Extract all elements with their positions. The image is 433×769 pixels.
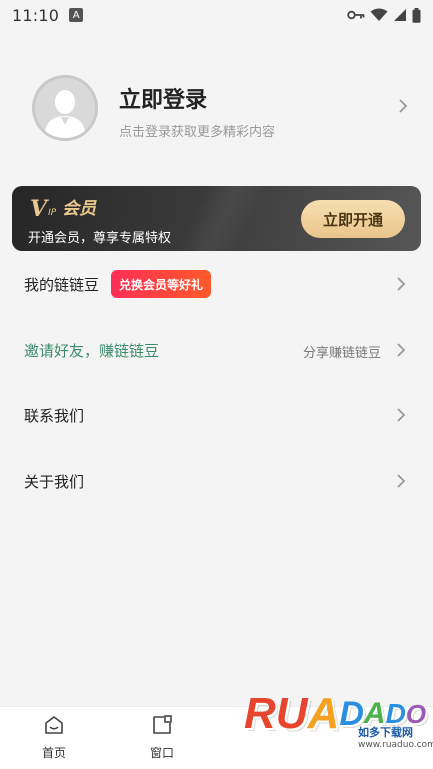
notification-icon: A: [69, 8, 84, 22]
wifi-icon: [370, 8, 388, 21]
menu-item-about-us[interactable]: 关于我们: [0, 461, 433, 501]
menu-item-label: 联系我们: [24, 407, 85, 425]
status-time: 11:10: [12, 5, 60, 25]
signal-icon: [394, 9, 406, 21]
key-icon: [347, 10, 365, 20]
menu-item-label: 我的链链豆: [24, 276, 100, 294]
status-bar: 11:10 A: [0, 0, 433, 30]
chevron-right-icon: [397, 343, 406, 357]
chevron-right-icon: [397, 277, 406, 291]
login-title[interactable]: 立即登录: [119, 82, 207, 114]
chevron-right-icon: [397, 474, 406, 488]
menu-item-my-beans[interactable]: 我的链链豆 兑换会员等好礼: [0, 264, 433, 304]
vip-banner[interactable]: V IP 会员 开通会员，尊享专属特权 立即开通: [12, 186, 421, 251]
watermark-subtitle: 如多下载网: [358, 726, 413, 739]
tab-label: 首页: [41, 746, 66, 760]
status-icons: [347, 7, 421, 23]
default-avatar-icon: [32, 75, 98, 141]
watermark-letter: U: [275, 689, 308, 738]
chevron-right-icon: [399, 99, 408, 113]
open-vip-button[interactable]: 立即开通: [301, 200, 405, 238]
avatar[interactable]: [32, 75, 98, 141]
vip-logo-word: 会员: [62, 199, 97, 219]
watermark-url: www.ruaduo.com: [358, 740, 433, 750]
watermark-letter: R: [244, 689, 276, 738]
vip-description: 开通会员，尊享专属特权: [28, 231, 172, 246]
menu-item-label: 关于我们: [24, 473, 85, 491]
home-icon: [45, 716, 63, 734]
window-icon: [153, 715, 172, 734]
tab-window[interactable]: 窗口: [132, 707, 192, 769]
login-subtitle: 点击登录获取更多精彩内容: [119, 125, 276, 140]
tab-label: 窗口: [149, 746, 174, 760]
menu-item-invite-friends[interactable]: 邀请好友，赚链链豆 分享赚链链豆: [0, 330, 433, 370]
tab-home[interactable]: 首页: [24, 707, 84, 769]
menu-item-extra: 分享赚链链豆: [302, 346, 381, 361]
vip-logo-ip: IP: [48, 208, 57, 218]
watermark-logo: R U A D A D O 如多下载网 www.ruaduo.com: [240, 686, 433, 769]
battery-icon: [412, 7, 421, 23]
watermark-letter: A: [307, 689, 340, 738]
login-header[interactable]: 立即登录 点击登录获取更多精彩内容: [0, 72, 433, 144]
menu-item-contact-us[interactable]: 联系我们: [0, 395, 433, 435]
promo-badge: 兑换会员等好礼: [111, 270, 212, 298]
chevron-right-icon: [397, 408, 406, 422]
vip-logo-v: V: [30, 196, 48, 222]
menu-item-label: 邀请好友，赚链链豆: [24, 342, 160, 360]
vip-logo: V IP 会员: [30, 196, 96, 220]
